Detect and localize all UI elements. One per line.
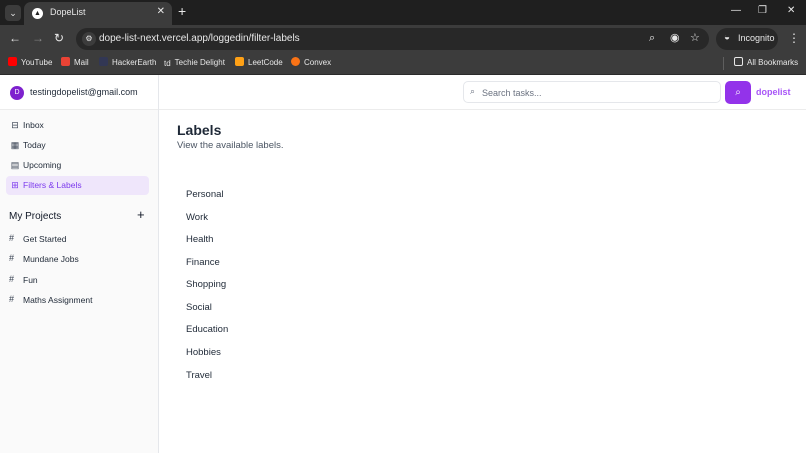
bookmarks-bar: YouTube Mail HackerEarth td Techie Deligh…: [0, 52, 806, 75]
label-item-work[interactable]: Work: [186, 212, 208, 223]
youtube-icon: [8, 57, 17, 66]
label-item-personal[interactable]: Personal: [186, 189, 224, 200]
eye-off-icon[interactable]: ◉: [670, 32, 680, 45]
main-content: ⌕ ⌕ dopelist Labels View the available l…: [159, 75, 806, 453]
bookmark-leetcode[interactable]: LeetCode: [235, 57, 283, 69]
zoom-icon[interactable]: ⌕: [649, 32, 655, 45]
techie-delight-icon: td: [164, 59, 171, 68]
bookmark-convex[interactable]: Convex: [291, 57, 331, 69]
tab-search-icon[interactable]: ⌄: [5, 5, 21, 21]
user-email: testingdopelist@gmail.com: [30, 87, 138, 97]
url-text[interactable]: dope-list-next.vercel.app/loggedin/filte…: [99, 33, 300, 44]
label-item-shopping[interactable]: Shopping: [186, 279, 226, 290]
all-bookmarks[interactable]: All Bookmarks: [734, 57, 798, 69]
project-item-maths-assignment[interactable]: # Maths Assignment: [6, 291, 149, 309]
tab-title: DopeList: [50, 7, 86, 17]
add-project-icon[interactable]: +: [137, 208, 145, 222]
address-bar[interactable]: ⚙ dope-list-next.vercel.app/loggedin/fil…: [76, 28, 709, 50]
project-label: Maths Assignment: [23, 295, 93, 305]
calendar-today-icon: ▦: [10, 140, 20, 150]
brand-logo[interactable]: dopelist: [756, 87, 791, 97]
page-title: Labels: [177, 122, 222, 138]
star-icon[interactable]: ☆: [690, 32, 700, 45]
sidebar-item-label: Today: [23, 140, 46, 150]
sidebar-item-filters-labels[interactable]: ⊞ Filters & Labels: [6, 176, 149, 195]
sidebar-item-label: Filters & Labels: [23, 180, 82, 190]
sidebar-item-upcoming[interactable]: ▤ Upcoming: [6, 156, 149, 175]
label-item-health[interactable]: Health: [186, 234, 213, 245]
project-label: Fun: [23, 275, 38, 285]
sidebar: D testingdopelist@gmail.com ⊟ Inbox ▦ To…: [0, 75, 159, 453]
hash-icon: #: [9, 294, 15, 304]
bookmark-hackerearth[interactable]: HackerEarth: [99, 57, 156, 69]
projects-heading: My Projects: [9, 211, 62, 222]
app-root: D testingdopelist@gmail.com ⊟ Inbox ▦ To…: [0, 75, 806, 453]
browser-menu-icon[interactable]: ⋮: [788, 31, 800, 45]
tab-close-icon[interactable]: ✕: [157, 6, 165, 17]
search-button[interactable]: ⌕: [725, 81, 751, 104]
label-item-social[interactable]: Social: [186, 302, 212, 313]
project-label: Get Started: [23, 234, 67, 244]
browser-tab[interactable]: ▲ DopeList ✕: [24, 2, 172, 25]
avatar[interactable]: D: [10, 86, 24, 100]
user-menu[interactable]: D testingdopelist@gmail.com: [0, 75, 158, 110]
site-info-icon[interactable]: ⚙: [82, 32, 96, 46]
incognito-icon: ◒: [724, 32, 731, 43]
label-item-hobbies[interactable]: Hobbies: [186, 347, 221, 358]
reload-icon[interactable]: ↻: [54, 31, 64, 45]
label-item-travel[interactable]: Travel: [186, 370, 212, 381]
convex-icon: [291, 57, 300, 66]
top-bar: ⌕ ⌕ dopelist: [159, 75, 806, 110]
bookmark-mail[interactable]: Mail: [61, 57, 89, 69]
bookmarks-divider: [723, 57, 724, 70]
leetcode-icon: [235, 57, 244, 66]
search-button-icon: ⌕: [735, 87, 741, 98]
bookmark-techie-delight[interactable]: td Techie Delight: [164, 57, 225, 69]
incognito-badge[interactable]: ◒ Incognito: [716, 28, 778, 50]
inbox-icon: ⊟: [11, 120, 19, 130]
project-item-get-started[interactable]: # Get Started: [6, 230, 149, 248]
sidebar-item-label: Inbox: [23, 120, 44, 130]
hackerearth-icon: [99, 57, 108, 66]
window-close-icon[interactable]: ✕: [787, 5, 795, 17]
label-item-finance[interactable]: Finance: [186, 257, 220, 268]
calendar-upcoming-icon: ▤: [10, 160, 20, 170]
search-box[interactable]: ⌕: [463, 81, 721, 103]
project-label: Mundane Jobs: [23, 254, 79, 264]
sidebar-item-label: Upcoming: [23, 160, 62, 170]
hash-icon: #: [9, 233, 15, 243]
hash-icon: #: [9, 253, 15, 263]
search-input[interactable]: [482, 85, 712, 100]
new-tab-icon[interactable]: +: [178, 4, 186, 18]
bookmark-youtube[interactable]: YouTube: [8, 57, 52, 69]
page-subtitle: View the available labels.: [177, 140, 284, 151]
back-icon[interactable]: ←: [9, 31, 21, 45]
sidebar-item-today[interactable]: ▦ Today: [6, 136, 149, 155]
project-item-mundane-jobs[interactable]: # Mundane Jobs: [6, 250, 149, 268]
forward-icon[interactable]: →: [32, 31, 44, 45]
label-item-education[interactable]: Education: [186, 324, 228, 335]
dopelist-favicon-icon: ▲: [32, 8, 43, 19]
grid-icon: ⊞: [11, 180, 19, 190]
incognito-label: Incognito: [738, 33, 775, 43]
browser-toolbar: ← → ↻ ⚙ dope-list-next.vercel.app/logged…: [0, 25, 806, 52]
restore-icon[interactable]: ❐: [758, 5, 767, 17]
sidebar-item-inbox[interactable]: ⊟ Inbox: [6, 116, 149, 135]
gmail-icon: [61, 57, 70, 66]
search-icon: ⌕: [470, 86, 476, 96]
hash-icon: #: [9, 274, 15, 284]
folder-icon: [734, 57, 743, 66]
project-item-fun[interactable]: # Fun: [6, 271, 149, 289]
minimize-icon[interactable]: —: [731, 5, 741, 17]
browser-tab-strip: ⌄ ▲ DopeList ✕ + — ❐ ✕: [0, 0, 806, 25]
